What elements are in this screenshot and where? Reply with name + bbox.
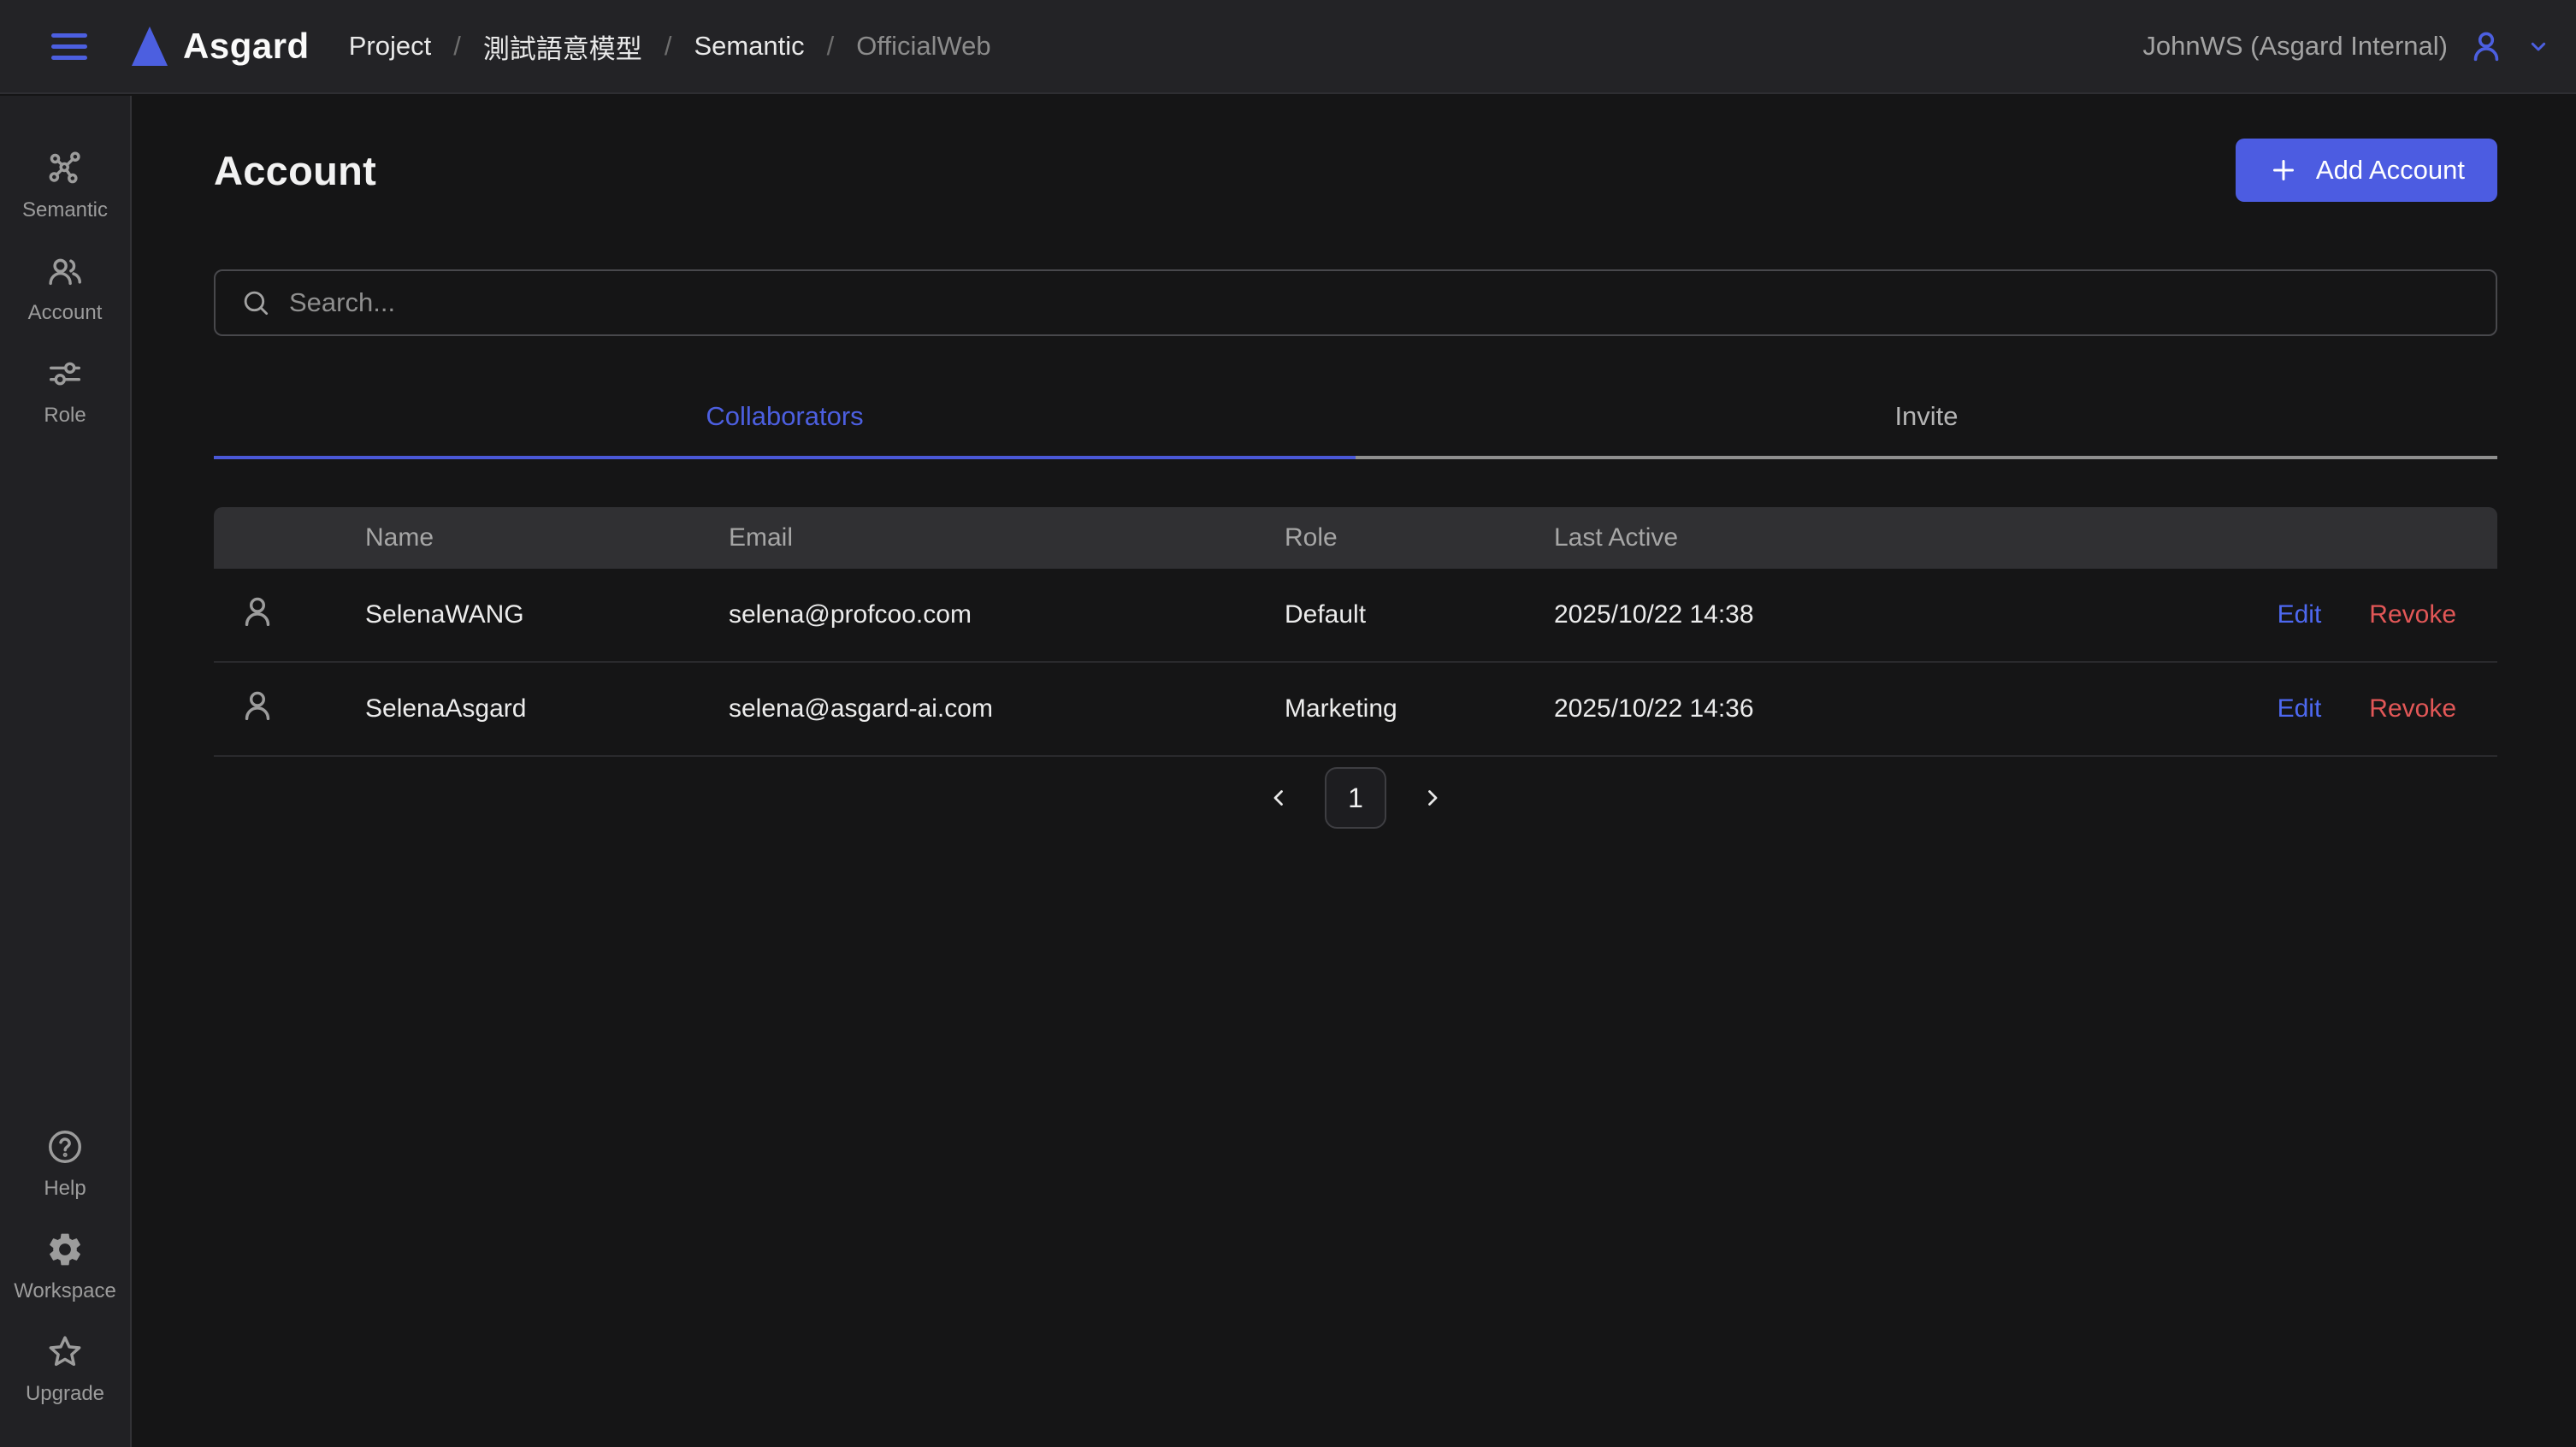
star-icon: [45, 1332, 85, 1372]
main-content: Account Add Account Collaborators Invite…: [133, 96, 2576, 1447]
breadcrumb-item-semantic[interactable]: Semantic: [694, 31, 804, 62]
breadcrumb-separator: /: [665, 31, 672, 62]
breadcrumb-separator: /: [453, 31, 461, 62]
revoke-link[interactable]: Revoke: [2369, 600, 2456, 629]
row-name: SelenaWANG: [338, 600, 701, 629]
breadcrumb-item-current: OfficialWeb: [856, 31, 990, 62]
breadcrumb-item-project[interactable]: Project: [349, 31, 431, 62]
table-header-row: Name Email Role Last Active: [214, 507, 2497, 569]
person-icon: [238, 686, 277, 725]
sidebar-item-label: Workspace: [14, 1279, 116, 1303]
add-account-label: Add Account: [2316, 155, 2465, 186]
chevron-down-icon[interactable]: [2525, 32, 2552, 60]
sidebar-item-help[interactable]: Help: [0, 1127, 130, 1201]
sidebar-item-label: Role: [44, 404, 86, 428]
sidebar-item-label: Semantic: [22, 198, 108, 222]
menu-bar: [51, 33, 87, 38]
avatar-cell: [214, 592, 338, 638]
pagination: 1: [214, 767, 2497, 829]
page-number-button[interactable]: 1: [1325, 767, 1386, 829]
avatar-cell: [214, 686, 338, 732]
row-last-active: 2025/10/22 14:38: [1527, 600, 2278, 629]
row-role: Marketing: [1257, 694, 1527, 724]
top-bar: Asgard Project / 測試語意模型 / Semantic / Off…: [0, 0, 2576, 94]
graph-icon: [45, 149, 85, 188]
app-logo[interactable]: Asgard: [130, 25, 310, 68]
sidebar-item-upgrade[interactable]: Upgrade: [0, 1332, 130, 1406]
next-page-icon[interactable]: [1419, 785, 1445, 811]
table-header-last-active: Last Active: [1527, 523, 2470, 552]
sidebar-item-account[interactable]: Account: [0, 251, 130, 325]
menu-bar: [51, 56, 87, 60]
title-row: Account Add Account: [214, 139, 2497, 202]
menu-bar: [51, 44, 87, 49]
row-last-active: 2025/10/22 14:36: [1527, 694, 2278, 724]
tab-invite[interactable]: Invite: [1356, 401, 2497, 459]
sidebar-footer: Help Workspace Upgrade: [0, 1127, 130, 1447]
search-input[interactable]: [289, 287, 2472, 318]
tabs: Collaborators Invite: [214, 401, 2497, 459]
row-role: Default: [1257, 600, 1527, 629]
row-name: SelenaAsgard: [338, 694, 701, 724]
table-header-role: Role: [1257, 523, 1527, 552]
row-actions: Edit Revoke: [2278, 600, 2497, 629]
app-name: Asgard: [183, 26, 310, 67]
user-label: JohnWS (Asgard Internal): [2142, 31, 2448, 62]
triangle-logo-icon: [130, 25, 169, 68]
table-row: SelenaAsgard selena@asgard-ai.com Market…: [214, 663, 2497, 757]
add-account-button[interactable]: Add Account: [2236, 139, 2497, 202]
sidebar-item-semantic[interactable]: Semantic: [0, 149, 130, 222]
sidebar-item-label: Account: [28, 301, 103, 325]
user-icon[interactable]: [2467, 27, 2506, 66]
prev-page-icon[interactable]: [1267, 785, 1292, 811]
search-bar: [214, 269, 2497, 336]
person-icon: [238, 592, 277, 631]
help-icon: [45, 1127, 85, 1166]
revoke-link[interactable]: Revoke: [2369, 694, 2456, 724]
search-icon: [239, 286, 272, 319]
breadcrumb-item-model[interactable]: 測試語意模型: [483, 27, 642, 66]
people-icon: [45, 251, 85, 291]
table-header-email: Email: [701, 523, 1257, 552]
breadcrumb: Project / 測試語意模型 / Semantic / OfficialWe…: [349, 27, 991, 66]
menu-icon[interactable]: [51, 33, 87, 60]
edit-link[interactable]: Edit: [2278, 600, 2322, 629]
tab-collaborators[interactable]: Collaborators: [214, 401, 1356, 459]
edit-link[interactable]: Edit: [2278, 694, 2322, 724]
page-title: Account: [214, 147, 376, 194]
plus-icon: [2268, 155, 2299, 186]
sidebar-item-workspace[interactable]: Workspace: [0, 1230, 130, 1303]
sliders-icon: [45, 354, 85, 393]
sidebar-item-role[interactable]: Role: [0, 354, 130, 428]
sidebar-item-label: Upgrade: [26, 1382, 104, 1406]
table-row: SelenaWANG selena@profcoo.com Default 20…: [214, 569, 2497, 663]
collaborators-table: Name Email Role Last Active SelenaWANG s…: [214, 507, 2497, 757]
sidebar-item-label: Help: [44, 1177, 86, 1201]
breadcrumb-separator: /: [827, 31, 835, 62]
user-menu[interactable]: JohnWS (Asgard Internal): [2142, 27, 2552, 66]
row-email: selena@asgard-ai.com: [701, 694, 1257, 724]
row-email: selena@profcoo.com: [701, 600, 1257, 629]
gear-icon: [45, 1230, 85, 1269]
row-actions: Edit Revoke: [2278, 694, 2497, 724]
sidebar: Semantic Account Role Help: [0, 96, 132, 1447]
table-header-name: Name: [338, 523, 701, 552]
